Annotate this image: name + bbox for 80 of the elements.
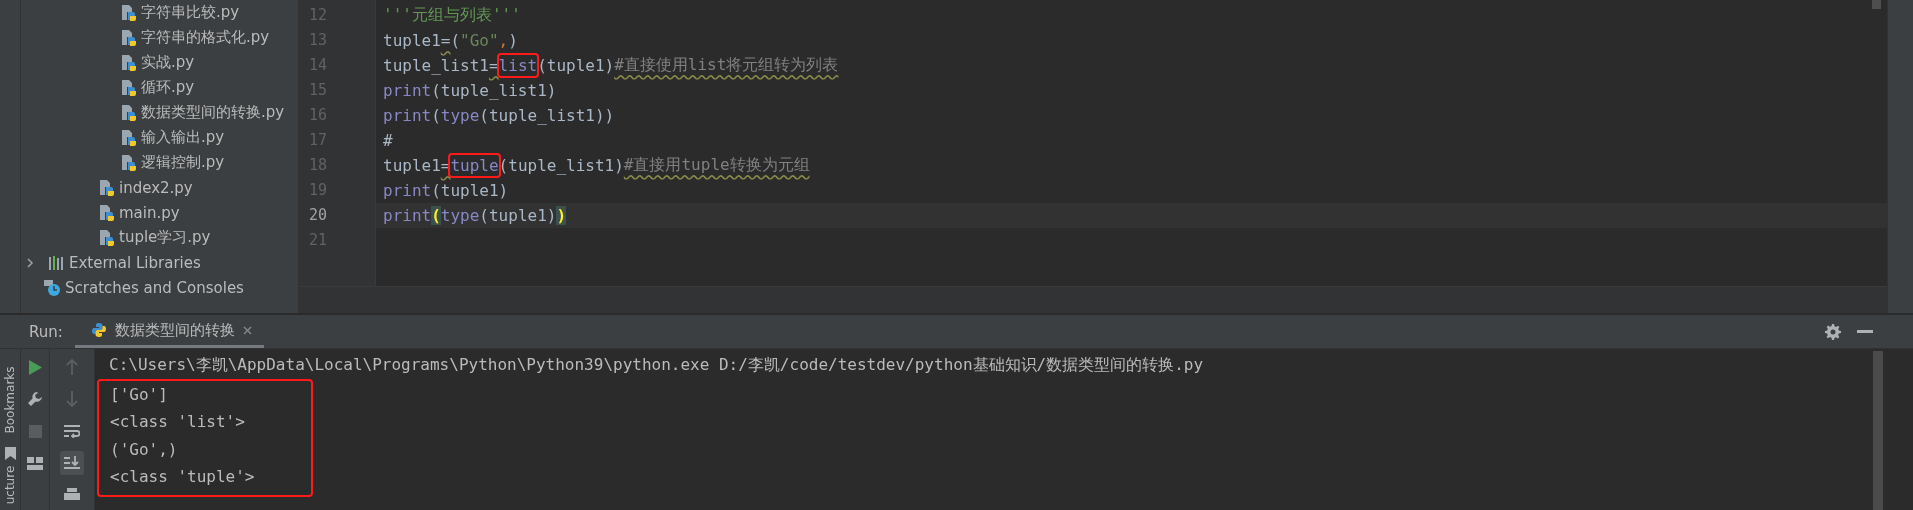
code-text: ) [556,206,567,225]
settings-icon[interactable] [1825,323,1841,340]
python-file-icon [121,129,137,146]
scrollbar-thumb[interactable] [1873,351,1883,510]
code-text: (tuple1) [537,56,615,75]
code-text: type [440,106,480,125]
code-text: = [440,31,451,50]
highlighted-code: list [496,53,540,78]
code-text: print [383,81,432,100]
code-text: print [383,206,432,225]
arrow-up-icon [66,359,78,375]
file-name[interactable]: index2.py [119,178,193,197]
python-file-icon [121,29,137,46]
tree-label[interactable]: Scratches and Consoles [65,278,244,297]
file-name[interactable]: tuple学习.py [119,228,211,247]
python-file-icon [121,104,137,121]
code-text: (tuple_list1) [498,156,624,175]
output-line: <class 'tuple'> [110,466,255,488]
run-tab[interactable]: 数据类型间的转换 [74,315,264,348]
python-file-icon [121,4,137,21]
structure-label[interactable]: ucture [3,465,17,505]
code-text: ) [508,31,518,50]
output-line: <class 'list'> [110,411,246,433]
wrench-icon [27,391,43,407]
code-text: tuple1 [383,156,441,175]
code-text: ( [450,31,461,50]
bookmarks-label[interactable]: Bookmarks [3,366,17,433]
code-text: (tuple1) [431,181,509,200]
run-title: Run: [29,322,63,341]
code-text: tuple_list1 [383,56,489,75]
chevron-right-icon[interactable] [25,257,35,268]
bookmark-icon[interactable] [4,447,16,460]
code-text: type [440,206,480,225]
layout-icon [27,456,43,470]
file-name[interactable]: main.py [119,203,180,222]
code-text: print [383,181,432,200]
code-comment: #直接用tuple转换为元组 [623,155,810,176]
code-text: , [498,31,509,50]
tree-label[interactable]: External Libraries [69,253,201,272]
file-name[interactable]: 输入输出.py [141,128,225,147]
scroll-to-end-button[interactable] [60,451,84,475]
scroll-end-icon [64,456,80,470]
wrap-icon [64,424,80,438]
printer-icon [64,488,80,502]
code-text: # [383,131,393,150]
line-number: 20 [308,205,329,226]
code-text: (tuple_list1)) [479,106,615,125]
output-line: ['Go'] [110,383,169,406]
stop-icon [28,424,42,438]
scratches-clock-icon [43,278,61,297]
close-icon[interactable] [242,325,252,335]
code-text: ( [431,206,441,225]
output-line: ('Go',) [110,438,179,461]
file-name[interactable]: 数据类型间的转换.py [141,103,285,122]
python-file-icon [121,79,137,96]
python-file-icon [99,204,115,221]
highlighted-code: tuple [448,153,501,178]
python-file-icon [99,179,115,196]
file-name[interactable]: 字符串比较.py [141,3,240,22]
code-text: print [383,106,432,125]
file-name[interactable]: 逻辑控制.py [141,153,225,172]
scrollbar-thumb[interactable] [1872,0,1881,9]
code-text: '''元组与列表''' [383,5,521,26]
code-text: ( [431,106,441,125]
file-name[interactable]: 循环.py [141,78,195,97]
python-file-icon [121,54,137,71]
arrow-down-icon [66,391,78,407]
python-file-icon [99,229,115,246]
file-name[interactable]: 字符串的格式化.py [141,28,270,47]
file-name[interactable]: 实战.py [141,53,195,72]
code-comment: #直接使用list将元组转为列表 [614,55,839,76]
python-file-icon [121,154,137,171]
code-text: (tuple1) [479,206,557,225]
code-text: tuple1 [383,31,441,50]
library-bars-icon [49,255,65,270]
code-text: (tuple_list1) [431,81,557,100]
code-text: "Go" [460,31,499,50]
play-icon [28,359,42,375]
command-line: C:\Users\李凯\AppData\Local\Programs\Python\Python39\python.exe D:/李凯/code/testdev/python基础知识/数据类型间的转换.py [109,354,1204,376]
python-icon [90,322,107,338]
